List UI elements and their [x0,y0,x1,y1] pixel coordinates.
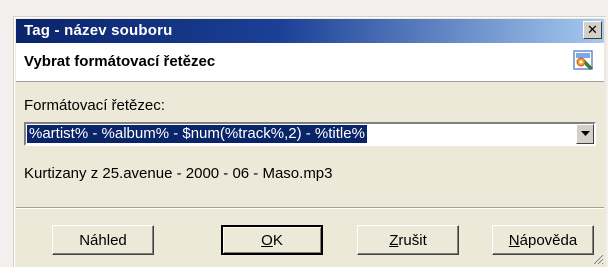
format-string-label: Formátovací řetězec: [24,97,165,114]
screen: Tag - název souboru ✕ Vybrat formátovací… [0,0,608,267]
preview-filename: Kurtizany z 25.avenue - 2000 - 06 - Maso… [24,165,333,182]
help-button-label: Nápověda [508,231,578,249]
format-string-combobox[interactable]: %artist% - %album% - $num(%track%,2) - %… [24,122,596,146]
help-button[interactable]: Nápověda [492,225,594,255]
title-bar[interactable]: Tag - název souboru ✕ [16,19,604,43]
separator-line [16,207,604,209]
header-title: Vybrat formátovací řetězec [24,53,216,70]
header-panel: Vybrat formátovací řetězec [16,43,604,82]
format-string-icon [573,50,593,70]
preview-button-label: Náhled [79,231,127,249]
cancel-button[interactable]: Zrušit [357,225,459,255]
ok-button-label: OK [261,231,283,249]
resize-grip-icon[interactable] [590,251,604,265]
ok-button[interactable]: OK [221,225,323,255]
dialog-window: Tag - název souboru ✕ Vybrat formátovací… [13,16,606,267]
cancel-button-label: Zrušit [389,231,427,249]
preview-button[interactable]: Náhled [52,225,154,255]
format-string-value[interactable]: %artist% - %album% - $num(%track%,2) - %… [27,125,367,143]
window-title: Tag - název souboru [24,22,173,39]
close-button[interactable]: ✕ [583,21,602,39]
dropdown-arrow-button[interactable] [576,124,594,144]
close-icon: ✕ [587,22,598,38]
chevron-down-icon [580,131,590,136]
